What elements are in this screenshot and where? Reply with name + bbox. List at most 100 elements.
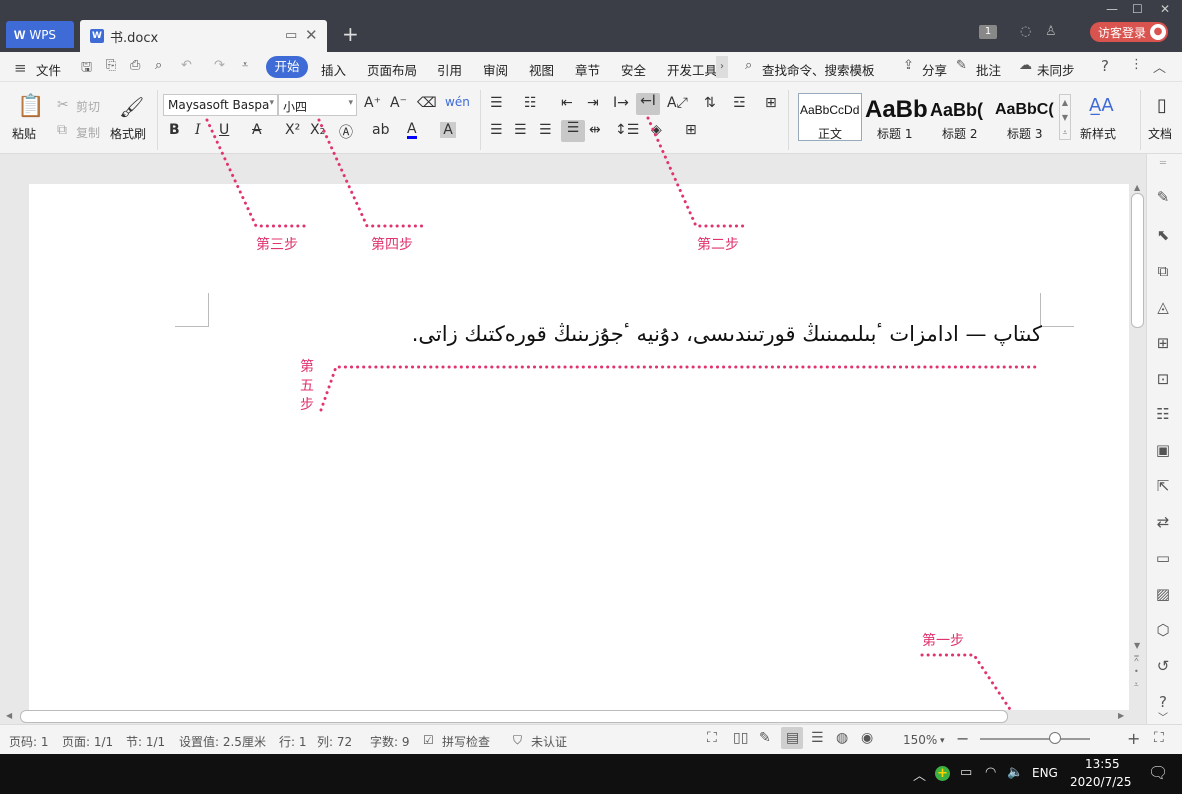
spell-check-button[interactable]: 拼写检查 bbox=[442, 733, 490, 750]
volume-icon[interactable]: 🔈 bbox=[1007, 765, 1023, 780]
doc-helper-button[interactable]: 文档 bbox=[1148, 125, 1172, 142]
ltr-text-direction-icon[interactable]: I→ bbox=[613, 95, 629, 111]
table-layout-icon[interactable]: ⊞ bbox=[765, 95, 777, 111]
page-nav-icons[interactable]: ▼ ⩞ • ⩡ bbox=[1134, 639, 1140, 691]
command-search[interactable]: 查找命令、搜索模板 bbox=[762, 60, 875, 79]
zoom-slider-track[interactable] bbox=[980, 738, 1090, 740]
bullet-list-icon[interactable]: ☰ bbox=[490, 95, 503, 111]
skin-icon[interactable]: ♙ bbox=[1045, 24, 1063, 40]
shield-icon[interactable]: ⬡ bbox=[1154, 621, 1172, 639]
vertical-scroll-thumb[interactable] bbox=[1131, 193, 1144, 328]
share-button[interactable]: 分享 bbox=[922, 60, 947, 79]
more-options-icon[interactable]: ⋮ bbox=[1130, 57, 1143, 72]
select-cursor-icon[interactable]: ⬉ bbox=[1154, 226, 1172, 244]
align-left-icon[interactable]: ☰ bbox=[490, 122, 503, 138]
clock-time[interactable]: 13:55 bbox=[1085, 757, 1120, 771]
new-style-icon[interactable]: A̲A bbox=[1089, 95, 1114, 116]
export-pdf-icon[interactable]: ⎘ bbox=[106, 58, 116, 73]
subscript-icon[interactable]: X₂ bbox=[310, 122, 325, 138]
align-right-icon[interactable]: ☰ bbox=[539, 122, 552, 138]
guest-login-button[interactable]: 访客登录 ● bbox=[1090, 22, 1168, 42]
grow-font-icon[interactable]: A⁺ bbox=[364, 95, 381, 111]
picture-icon[interactable]: ▨ bbox=[1154, 585, 1172, 603]
archive-icon[interactable]: ▭ bbox=[1154, 549, 1172, 567]
tab-insert[interactable]: 插入 bbox=[321, 60, 346, 79]
zoom-in-icon[interactable]: + bbox=[1127, 729, 1140, 748]
shapes-icon[interactable]: ⧉ bbox=[1154, 262, 1172, 280]
horizontal-scroll-thumb[interactable] bbox=[20, 710, 1008, 723]
zoom-level-select[interactable]: 150% bbox=[903, 733, 937, 747]
zoom-out-icon[interactable]: − bbox=[956, 729, 969, 748]
shading-icon[interactable]: ◈ bbox=[651, 122, 662, 138]
tab-security[interactable]: 安全 bbox=[621, 60, 646, 79]
distributed-align-icon[interactable]: ⇹ bbox=[589, 122, 601, 138]
table-icon[interactable]: ⊞ bbox=[1154, 334, 1172, 352]
clear-format-icon[interactable]: ⌫ bbox=[417, 95, 437, 111]
line-spacing-icon[interactable]: ↕☰ bbox=[615, 122, 639, 138]
tab-review[interactable]: 审阅 bbox=[483, 60, 508, 79]
new-style-button[interactable]: 新样式 bbox=[1080, 125, 1116, 142]
strikethrough-icon[interactable]: A bbox=[252, 122, 262, 138]
status-page-number[interactable]: 页码: 1 bbox=[9, 733, 49, 750]
cut-icon[interactable]: ✂ bbox=[57, 97, 69, 113]
font-size-select[interactable]: 小四 ▾ bbox=[278, 94, 357, 116]
more-tabs-chevron-icon[interactable]: › bbox=[716, 56, 728, 78]
input-language[interactable]: ENG bbox=[1032, 766, 1058, 780]
battery-icon[interactable]: ▭ bbox=[960, 765, 972, 780]
eye-protection-icon[interactable]: ◉ bbox=[861, 730, 873, 746]
text-effect-icon[interactable]: Ⓐ bbox=[339, 122, 353, 142]
print-icon[interactable]: ⎙ bbox=[130, 58, 140, 73]
paste-icon[interactable]: 📋 bbox=[17, 94, 44, 119]
sync-status-button[interactable]: 未同步 bbox=[1037, 60, 1075, 79]
font-color-icon[interactable]: A bbox=[407, 122, 417, 139]
char-shading-icon[interactable]: A bbox=[440, 122, 456, 138]
phonetic-guide-icon[interactable]: wén bbox=[445, 95, 470, 109]
font-name-select[interactable]: Maysasoft Baspa ▾ bbox=[163, 94, 278, 116]
style-set-icon[interactable]: ◬ bbox=[1154, 298, 1172, 316]
translate-icon[interactable]: ⇄ bbox=[1154, 513, 1172, 531]
quick-access-dropdown-icon[interactable]: ⩡ bbox=[242, 58, 248, 72]
numbered-list-icon[interactable]: ☷ bbox=[524, 95, 537, 111]
clock-date[interactable]: 2020/7/25 bbox=[1070, 775, 1132, 789]
adjust-icon[interactable]: ☷ bbox=[1154, 405, 1172, 423]
borders-icon[interactable]: ⊞ bbox=[685, 122, 697, 138]
undo-icon[interactable]: ↶ bbox=[181, 58, 192, 73]
paste-button[interactable]: 粘贴 bbox=[12, 125, 36, 142]
bold-icon[interactable]: B bbox=[169, 122, 180, 138]
print-preview-icon[interactable]: ⌕ bbox=[155, 58, 162, 73]
fit-page-icon[interactable]: ⛶ bbox=[1154, 730, 1164, 746]
status-word-count[interactable]: 字数: 9 bbox=[370, 733, 410, 750]
copy-icon[interactable]: ⧉ bbox=[57, 122, 67, 138]
wps-home-tab[interactable]: W WPS bbox=[6, 21, 74, 48]
increase-indent-icon[interactable]: ⇥ bbox=[587, 95, 599, 111]
styles-scroll-icon[interactable]: ▲ ▼ ⩡ bbox=[1059, 94, 1071, 140]
tray-expand-icon[interactable]: ︿ bbox=[913, 765, 926, 784]
certify-status[interactable]: 未认证 bbox=[531, 733, 567, 750]
pen-icon[interactable]: ✎ bbox=[1154, 188, 1172, 206]
close-window-icon[interactable]: ✕ bbox=[1160, 2, 1170, 16]
sort-icon[interactable]: ⇅ bbox=[704, 95, 716, 111]
new-tab-button[interactable]: + bbox=[342, 22, 359, 46]
scroll-up-icon[interactable]: ▲ bbox=[1134, 183, 1140, 192]
scroll-right-icon[interactable]: ▶ bbox=[1118, 711, 1124, 720]
format-painter-button[interactable]: 格式刷 bbox=[110, 125, 146, 142]
window-count-badge[interactable]: 1 bbox=[979, 25, 997, 39]
text-direction-icon[interactable]: A⤢ bbox=[667, 95, 688, 111]
document-tab[interactable]: W 书.docx ▭ ✕ bbox=[80, 20, 327, 52]
tab-view[interactable]: 视图 bbox=[529, 60, 554, 79]
align-center-icon[interactable]: ☰ bbox=[514, 122, 527, 138]
collapse-ribbon-icon[interactable]: ︿ bbox=[1153, 57, 1166, 76]
maximize-icon[interactable]: ☐ bbox=[1132, 2, 1143, 16]
comment-button[interactable]: 批注 bbox=[976, 60, 1001, 79]
decrease-indent-icon[interactable]: ⇤ bbox=[561, 95, 573, 111]
panel-grip-icon[interactable]: ═ bbox=[1154, 158, 1172, 176]
history-icon[interactable]: ↺ bbox=[1154, 657, 1172, 675]
document-body-text[interactable]: كىتاپ — ادامزات ٴبىلىمىنىڭ قورتىندىسى، د… bbox=[330, 322, 1042, 346]
format-painter-icon[interactable]: 🖌 bbox=[119, 95, 144, 119]
export-icon[interactable]: ⇱ bbox=[1154, 477, 1172, 495]
italic-icon[interactable]: I bbox=[195, 122, 201, 138]
tab-home[interactable]: 开始 bbox=[266, 56, 308, 78]
highlight-icon[interactable]: ab bbox=[372, 122, 389, 138]
tray-app-icon[interactable]: + bbox=[935, 766, 950, 781]
document-page[interactable] bbox=[29, 184, 1129, 710]
